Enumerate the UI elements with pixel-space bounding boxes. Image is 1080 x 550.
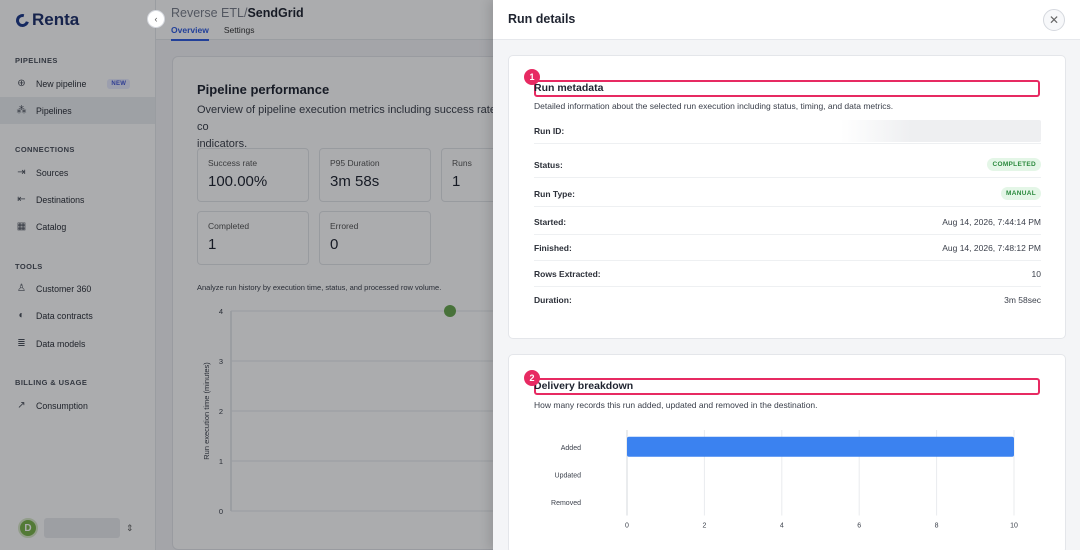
run-metadata-title: Run metadata bbox=[534, 82, 604, 94]
row-value: 3m 58sec bbox=[1004, 295, 1041, 305]
collapse-sidebar-button[interactable]: ‹ bbox=[147, 10, 165, 28]
run-metadata-card: 1 Run metadata Detailed information abou… bbox=[508, 55, 1066, 339]
row-run-id: Run ID: bbox=[534, 118, 1041, 144]
x-tick-label: 8 bbox=[935, 523, 939, 530]
category-label: Updated bbox=[555, 472, 582, 479]
row-rows-extracted: Rows Extracted: 10 bbox=[534, 261, 1041, 287]
row-value: Aug 14, 2026, 7:44:14 PM bbox=[942, 216, 1041, 227]
delivery-breakdown-card: 2 Delivery breakdown How many records th… bbox=[508, 354, 1066, 550]
row-label: Finished: bbox=[534, 242, 572, 253]
x-tick-label: 10 bbox=[1010, 523, 1018, 530]
row-value: Aug 14, 2026, 7:48:12 PM bbox=[942, 242, 1041, 253]
row-label: Duration: bbox=[534, 295, 572, 305]
delivery-bar-chart: 0 2 4 6 8 10 Added Updated Removed bbox=[551, 430, 1018, 530]
row-duration: Duration: 3m 58sec bbox=[534, 287, 1041, 313]
step-badge-2: 2 bbox=[524, 370, 540, 386]
row-started: Started: Aug 14, 2026, 7:44:14 PM bbox=[534, 209, 1041, 235]
run-id-redacted bbox=[841, 119, 1041, 142]
delivery-breakdown-title: Delivery breakdown bbox=[534, 380, 634, 392]
row-label: Run ID: bbox=[534, 125, 565, 136]
chevron-left-icon: ‹ bbox=[154, 14, 158, 24]
category-label: Removed bbox=[551, 500, 581, 507]
row-label: Status: bbox=[534, 159, 563, 170]
highlight-box bbox=[534, 80, 1040, 97]
row-label: Run Type: bbox=[534, 188, 575, 199]
x-tick-label: 0 bbox=[625, 523, 629, 530]
x-tick-label: 6 bbox=[857, 523, 861, 530]
row-run-type: Run Type: MANUAL bbox=[534, 181, 1041, 207]
run-type-badge: MANUAL bbox=[1001, 187, 1041, 200]
step-badge-1: 1 bbox=[524, 69, 540, 85]
run-metadata-description: Detailed information about the selected … bbox=[534, 101, 894, 111]
delivery-breakdown-description: How many records this run added, updated… bbox=[534, 400, 818, 410]
panel-header: Run details ✕ bbox=[493, 0, 1080, 40]
status-badge: COMPLETED bbox=[987, 158, 1041, 171]
modal-backdrop[interactable] bbox=[0, 0, 493, 550]
category-label: Added bbox=[561, 445, 581, 452]
run-details-panel: Run details ✕ 1 Run metadata Detailed in… bbox=[493, 0, 1080, 550]
close-icon: ✕ bbox=[1048, 13, 1060, 27]
row-status: Status: COMPLETED bbox=[534, 152, 1041, 178]
bar-added[interactable] bbox=[627, 436, 1014, 457]
row-label: Rows Extracted: bbox=[534, 268, 601, 279]
x-tick-label: 2 bbox=[702, 523, 706, 530]
row-finished: Finished: Aug 14, 2026, 7:48:12 PM bbox=[534, 235, 1041, 261]
close-button[interactable]: ✕ bbox=[1043, 9, 1065, 31]
x-tick-label: 4 bbox=[780, 523, 784, 530]
panel-title: Run details bbox=[508, 12, 576, 26]
row-label: Started: bbox=[534, 216, 567, 227]
row-value: 10 bbox=[1031, 268, 1041, 279]
